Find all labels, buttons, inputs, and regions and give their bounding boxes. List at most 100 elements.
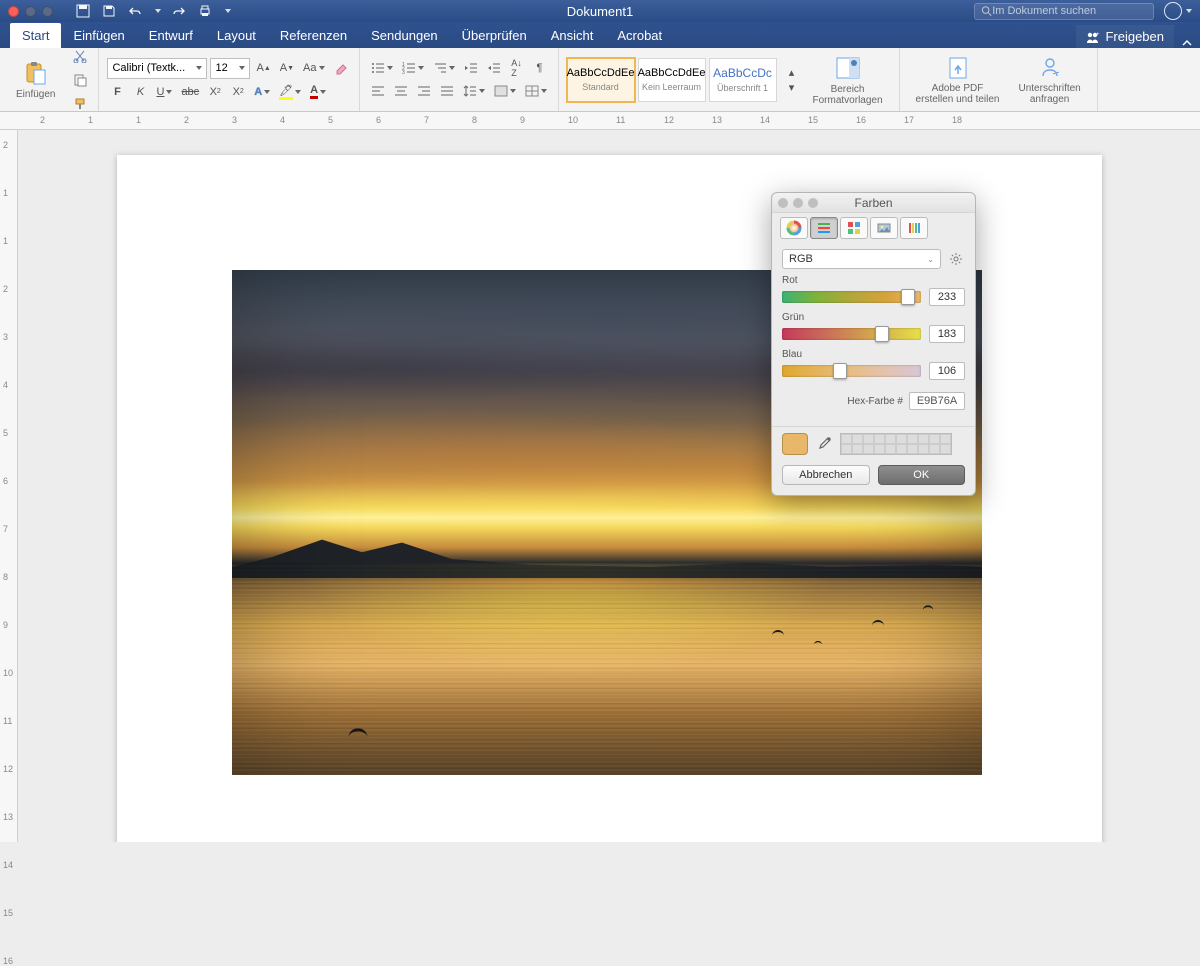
document-workspace: 2112345678910111213141516	[0, 130, 1200, 842]
current-color-swatch[interactable]	[782, 433, 808, 455]
window-controls	[8, 6, 53, 17]
feedback-smile-icon[interactable]	[1164, 2, 1182, 20]
tab-einfügen[interactable]: Einfügen	[61, 23, 136, 48]
redo-icon[interactable]	[171, 3, 187, 19]
zoom-window-button[interactable]	[42, 6, 53, 17]
share-button[interactable]: + Freigeben	[1076, 25, 1174, 48]
share-label: Freigeben	[1105, 29, 1164, 44]
tab-layout[interactable]: Layout	[205, 23, 268, 48]
highlight-button[interactable]: 🖊	[276, 82, 304, 102]
color-options-button[interactable]	[947, 250, 965, 268]
qat-customize-icon[interactable]	[225, 9, 231, 13]
paste-button[interactable]: Einfügen	[8, 57, 63, 102]
tab-sendungen[interactable]: Sendungen	[359, 23, 450, 48]
cancel-button[interactable]: Abbrechen	[782, 465, 870, 485]
style-standard[interactable]: AaBbCcDdEeStandard	[567, 58, 635, 102]
change-case-button[interactable]: Aa	[300, 58, 327, 78]
swatch-grid[interactable]	[840, 433, 952, 455]
subscript-button[interactable]: X2	[205, 82, 225, 102]
tab-entwurf[interactable]: Entwurf	[137, 23, 205, 48]
image-palettes-tab[interactable]	[870, 217, 898, 239]
style-überschrift-1[interactable]: AaBbCcDcÜberschrift 1	[709, 58, 777, 102]
text-effects-button[interactable]: A	[251, 82, 273, 102]
line-spacing-button[interactable]	[460, 81, 488, 101]
channel-value-blau[interactable]: 106	[929, 362, 965, 380]
horizontal-ruler[interactable]: 21123456789101112131415161718	[0, 112, 1200, 130]
search-box[interactable]	[974, 3, 1154, 20]
hex-value-input[interactable]: E9B76A	[909, 392, 965, 410]
copy-button[interactable]	[70, 70, 90, 90]
signature-icon	[1035, 54, 1065, 81]
align-right-button[interactable]	[414, 81, 434, 101]
strikethrough-button[interactable]: abc	[178, 82, 202, 102]
superscript-button[interactable]: X2	[228, 82, 248, 102]
decrease-indent-button[interactable]	[461, 58, 481, 78]
bullets-button[interactable]	[368, 58, 396, 78]
search-input[interactable]	[992, 5, 1147, 17]
channel-slider-blau[interactable]	[782, 365, 921, 377]
italic-button[interactable]: K	[130, 82, 150, 102]
styles-scroll-down-icon[interactable]: ▾	[782, 80, 802, 94]
sort-button[interactable]: A↓Z	[507, 58, 527, 78]
channel-slider-grün[interactable]	[782, 328, 921, 340]
slider-thumb[interactable]	[833, 363, 847, 379]
print-icon[interactable]	[197, 3, 213, 19]
slider-thumb[interactable]	[875, 326, 889, 342]
save-icon[interactable]	[101, 3, 117, 19]
shrink-font-button[interactable]: A▼	[277, 58, 297, 78]
vertical-ruler[interactable]: 2112345678910111213141516	[0, 130, 18, 842]
close-window-button[interactable]	[8, 6, 19, 17]
gear-icon	[949, 252, 963, 266]
font-size-select[interactable]: 12	[210, 58, 250, 79]
minimize-window-button[interactable]	[25, 6, 36, 17]
cut-button[interactable]	[70, 46, 90, 66]
show-marks-button[interactable]: ¶	[530, 58, 550, 78]
slider-thumb[interactable]	[901, 289, 915, 305]
tab-acrobat[interactable]: Acrobat	[605, 23, 674, 48]
tab-referenzen[interactable]: Referenzen	[268, 23, 359, 48]
channel-value-grün[interactable]: 183	[929, 325, 965, 343]
channel-value-rot[interactable]: 233	[929, 288, 965, 306]
undo-dropdown-icon[interactable]	[155, 9, 161, 13]
align-center-button[interactable]	[391, 81, 411, 101]
collapse-ribbon-icon[interactable]	[1182, 38, 1192, 48]
color-palettes-tab[interactable]	[840, 217, 868, 239]
styles-scroll-up-icon[interactable]: ▴	[782, 65, 802, 79]
format-painter-button[interactable]	[70, 94, 90, 114]
styles-pane-button[interactable]: Bereich Formatvorlagen	[805, 52, 891, 108]
channel-slider-rot[interactable]	[782, 291, 921, 303]
color-model-select[interactable]: RGB⌄	[782, 249, 941, 269]
borders-button[interactable]	[522, 81, 550, 101]
font-color-button[interactable]: A	[307, 82, 329, 102]
autosave-icon[interactable]	[75, 3, 91, 19]
colors-titlebar[interactable]: Farben	[772, 193, 975, 213]
numbering-button[interactable]: 123	[399, 58, 427, 78]
tab-überprüfen[interactable]: Überprüfen	[450, 23, 539, 48]
document-canvas[interactable]	[18, 130, 1200, 842]
ok-button[interactable]: OK	[878, 465, 966, 485]
increase-indent-button[interactable]	[484, 58, 504, 78]
styles-group: AaBbCcDdEeStandardAaBbCcDdEeKein Leerrau…	[559, 48, 900, 111]
shading-button[interactable]	[491, 81, 519, 101]
multilevel-list-button[interactable]	[430, 58, 458, 78]
pencils-tab[interactable]	[900, 217, 928, 239]
eyedropper-button[interactable]	[816, 436, 832, 452]
paragraph-group: 123 A↓Z ¶	[360, 48, 559, 111]
colors-title: Farben	[772, 196, 975, 210]
clear-formatting-button[interactable]	[331, 58, 351, 78]
justify-button[interactable]	[437, 81, 457, 101]
bold-button[interactable]: F	[107, 82, 127, 102]
request-signatures-button[interactable]: Unterschriften anfragen	[1011, 52, 1089, 107]
color-wheel-tab[interactable]	[780, 217, 808, 239]
style-kein-leerraum[interactable]: AaBbCcDdEeKein Leerraum	[638, 58, 706, 102]
undo-icon[interactable]	[127, 3, 143, 19]
underline-button[interactable]: U	[153, 82, 175, 102]
color-sliders-tab[interactable]	[810, 217, 838, 239]
tab-ansicht[interactable]: Ansicht	[539, 23, 606, 48]
font-name-select[interactable]: Calibri (Textk...	[107, 58, 207, 79]
tab-start[interactable]: Start	[10, 23, 61, 48]
grow-font-button[interactable]: A▲	[253, 58, 273, 78]
feedback-dropdown-icon[interactable]	[1186, 9, 1192, 13]
create-pdf-button[interactable]: Adobe PDF erstellen und teilen	[908, 52, 1008, 107]
align-left-button[interactable]	[368, 81, 388, 101]
